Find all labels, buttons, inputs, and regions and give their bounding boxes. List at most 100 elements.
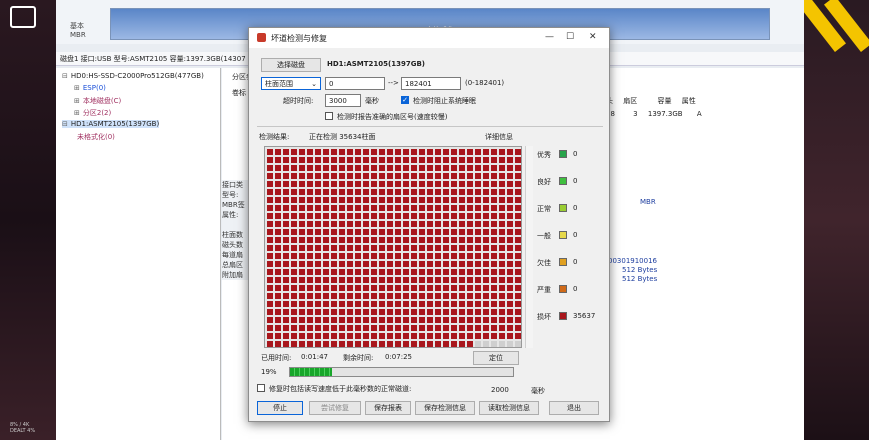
stop-button[interactable]: 停止: [257, 401, 303, 415]
grid-cell: [411, 285, 417, 291]
grid-cell: [339, 285, 345, 291]
grid-cell: [347, 149, 353, 155]
grid-cell: [331, 189, 337, 195]
grid-cell: [435, 317, 441, 323]
grid-cell: [371, 237, 377, 243]
grid-cell: [435, 197, 441, 203]
grid-cell: [307, 333, 313, 339]
prevent-sleep-checkbox[interactable]: ✓: [401, 96, 409, 104]
bytes-physical: 512 Bytes: [622, 275, 658, 283]
progress-fill: [290, 368, 333, 376]
grid-cell: [315, 285, 321, 291]
tree-toggle-icon[interactable]: ⊞: [74, 97, 80, 105]
legend-label: 优秀: [537, 151, 551, 159]
exit-button[interactable]: 退出: [549, 401, 599, 415]
grid-cell: [395, 309, 401, 315]
tree-toggle-icon[interactable]: ⊟: [62, 72, 68, 80]
grid-cell: [275, 205, 281, 211]
grid-cell: [435, 333, 441, 339]
grid-cell: [291, 213, 297, 219]
repair-read-checkbox[interactable]: [257, 384, 265, 392]
grid-cell: [267, 309, 273, 315]
grid-cell: [499, 205, 505, 211]
grid-cell: [291, 325, 297, 331]
grid-cell: [507, 277, 513, 283]
minimize-icon[interactable]: —: [545, 32, 554, 42]
tree-item[interactable]: ⊞ ESP(0): [74, 84, 106, 92]
range-mode-select[interactable]: 柱面范围 ⌄: [261, 77, 321, 90]
repair-button[interactable]: 尝试修复: [309, 401, 361, 415]
tree-item[interactable]: ⊟ HD0:HS-SSD-C2000Pro512GB(477GB): [62, 72, 204, 80]
grid-cell: [403, 245, 409, 251]
grid-cell: [491, 165, 497, 171]
legend-swatch: [559, 150, 567, 158]
grid-cell: [443, 189, 449, 195]
grid-cell: [363, 205, 369, 211]
grid-cell: [347, 253, 353, 259]
grid-cell: [379, 221, 385, 227]
tree-toggle-icon[interactable]: ⊟: [62, 120, 68, 128]
grid-cell: [451, 181, 457, 187]
grid-cell: [491, 325, 497, 331]
grid-cell: [283, 229, 289, 235]
select-disk-button[interactable]: 选择磁盘: [261, 58, 321, 72]
grid-cell: [339, 325, 345, 331]
grid-cell: [507, 285, 513, 291]
repair-read-value[interactable]: 2000: [491, 386, 509, 394]
grid-cell: [451, 317, 457, 323]
dialog-titlebar[interactable]: 坏道检测与修复 — ☐ ✕: [249, 28, 609, 48]
range-from-input[interactable]: 0: [325, 77, 385, 90]
tree-item[interactable]: ⊞ 本地磁盘(C): [74, 96, 121, 106]
grid-cell: [371, 197, 377, 203]
grid-cell: [403, 309, 409, 315]
tree-toggle-icon[interactable]: ⊞: [74, 109, 80, 117]
grid-cell: [363, 293, 369, 299]
grid-cell: [451, 269, 457, 275]
grid-cell: [379, 285, 385, 291]
close-icon[interactable]: ✕: [589, 32, 597, 42]
grid-cell: [283, 285, 289, 291]
maximize-icon[interactable]: ☐: [566, 32, 574, 42]
locate-button[interactable]: 定位: [473, 351, 519, 365]
grid-cell: [267, 245, 273, 251]
grid-cell: [483, 317, 489, 323]
report-sector-checkbox[interactable]: [325, 112, 333, 120]
grid-cell: [307, 157, 313, 163]
grid-cell: [491, 309, 497, 315]
save-info-button[interactable]: 保存检测信息: [415, 401, 475, 415]
save-report-button[interactable]: 保存报表: [365, 401, 411, 415]
grid-cell: [467, 229, 473, 235]
grid-cell: [403, 205, 409, 211]
grid-cell: [347, 309, 353, 315]
tree-item[interactable]: ⊞ 分区2(2): [74, 108, 111, 118]
grid-cell: [267, 269, 273, 275]
grid-cell: [419, 173, 425, 179]
grid-scrollbar[interactable]: [525, 146, 533, 348]
grid-cell: [355, 149, 361, 155]
grid-cell: [451, 341, 457, 347]
tree-item[interactable]: 未格式化(0): [74, 132, 115, 142]
tree-item[interactable]: ⊟ HD1:ASMT2105(1397GB): [62, 120, 160, 128]
grid-cell: [275, 293, 281, 299]
grid-cell: [419, 189, 425, 195]
grid-cell: [515, 149, 521, 155]
table-row[interactable]: 68 3 1397.3GB A: [606, 110, 710, 118]
details-button[interactable]: 详细信息: [485, 132, 513, 142]
legend-count: 0: [573, 150, 578, 158]
range-to-input[interactable]: 182401: [401, 77, 461, 90]
grid-cell: [491, 333, 497, 339]
tree-toggle-icon[interactable]: ⊞: [74, 84, 80, 92]
grid-cell: [299, 277, 305, 283]
report-sector-label: 检测时报告准确的扇区号(速度较慢): [337, 113, 448, 121]
grid-cell: [491, 173, 497, 179]
grid-cell: [387, 181, 393, 187]
timeout-input[interactable]: 3000: [325, 94, 361, 107]
grid-cell: [467, 293, 473, 299]
load-info-button[interactable]: 读取检测信息: [479, 401, 539, 415]
grid-cell: [411, 197, 417, 203]
grid-cell: [475, 149, 481, 155]
grid-cell: [427, 333, 433, 339]
grid-cell: [451, 221, 457, 227]
grid-cell: [395, 293, 401, 299]
overlay-note: 8% / 4K DEALT 4%: [10, 422, 36, 434]
